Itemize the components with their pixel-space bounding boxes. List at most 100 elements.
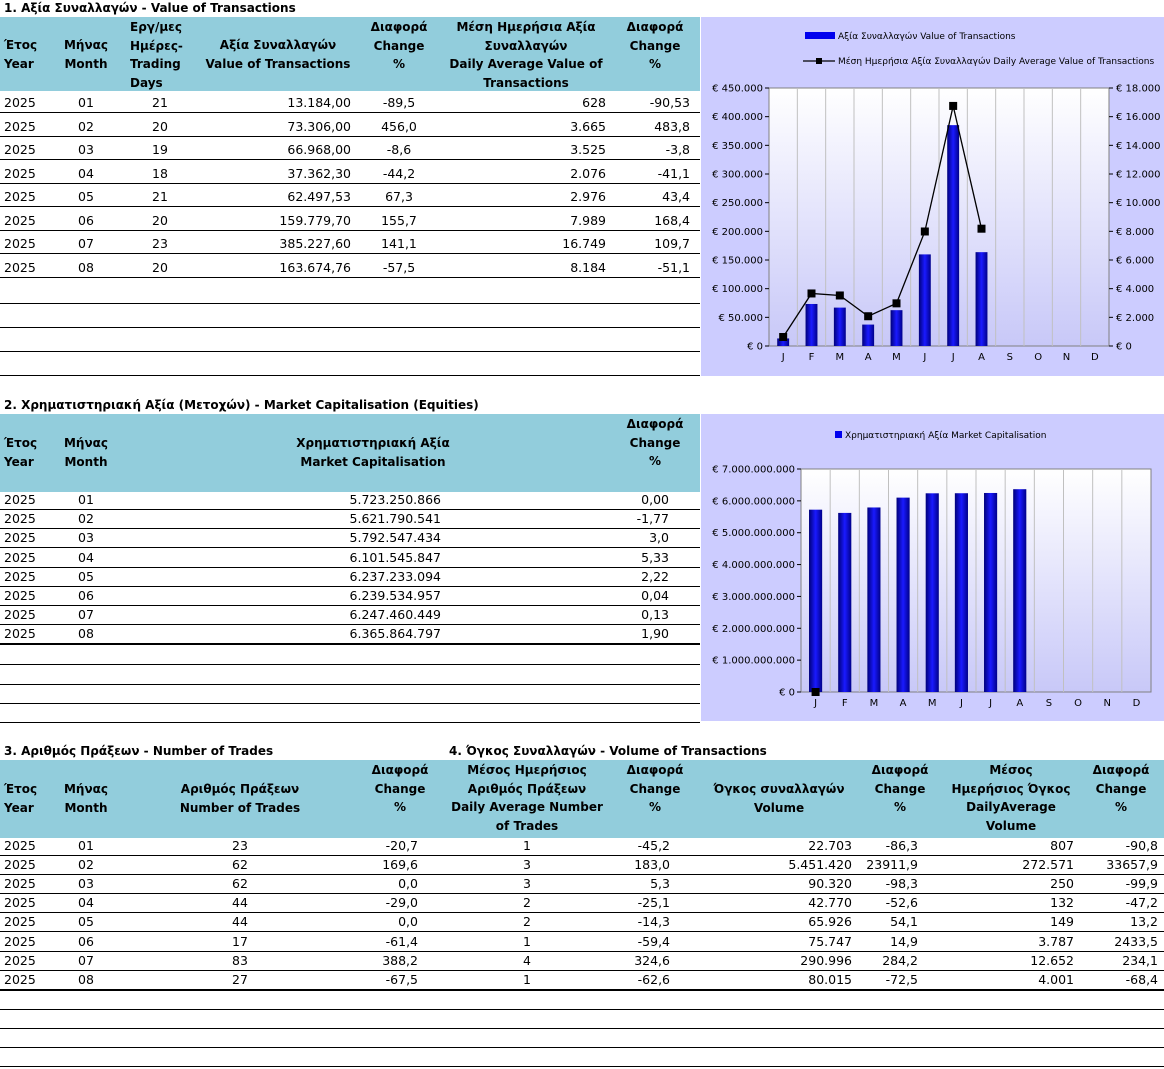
x-tick-label: N xyxy=(1104,698,1111,709)
header-number-of-trades: Αριθμός Πράξεων Number of Trades xyxy=(179,782,301,815)
section1-header: Έτος Year Μήνας Month Εργ/μες Ημέρες- Tr… xyxy=(0,17,700,91)
divider xyxy=(0,351,700,352)
cell-year: 2025 xyxy=(4,165,36,181)
x-tick-label: M xyxy=(870,698,879,709)
cell-daily-avg: 3.665 xyxy=(570,118,606,134)
cell-change: 5,3 xyxy=(650,876,670,892)
cell-month: 08 xyxy=(78,259,94,275)
cell-daily-avg-trades: 1 xyxy=(523,838,531,853)
cell-daily-avg-volume: 3.787 xyxy=(1038,933,1074,949)
cell-trades: 17 xyxy=(232,933,248,949)
x-tick-label: M xyxy=(836,352,845,363)
x-tick-label: N xyxy=(1063,352,1070,363)
x-tick-label: D xyxy=(1133,698,1141,709)
cell-change: -44,2 xyxy=(382,165,416,181)
bar xyxy=(890,310,903,346)
cell-daily-avg-trades: 1 xyxy=(523,971,531,987)
cell-change: -90,8 xyxy=(1125,838,1158,853)
y2-tick-label: € 18.000 xyxy=(1116,84,1161,95)
cell-volume: 80.015 xyxy=(808,971,852,987)
divider xyxy=(0,1028,1164,1029)
cell-year: 2025 xyxy=(4,530,36,546)
x-tick-label: A xyxy=(900,698,907,709)
header-year: Έτος Year xyxy=(4,436,38,469)
cell-change: -47,2 xyxy=(1125,895,1158,911)
cell-change: -99,9 xyxy=(1125,876,1158,892)
cell-year: 2025 xyxy=(4,588,36,603)
header-trading-days: Εργ/μες Ημέρες- Trading Days xyxy=(130,20,183,90)
cell-change: 54,1 xyxy=(890,914,918,930)
cell-change: -57,5 xyxy=(382,259,416,275)
x-tick-label: O xyxy=(1034,352,1042,363)
cell-change: 183,0 xyxy=(634,857,670,873)
cell-change: -1,77 xyxy=(636,511,669,527)
table-row: 2025 06 17 -61,4 1 -59,4 75.747 14,9 3.787 2433,5 xyxy=(0,933,1164,952)
cell-year: 2025 xyxy=(4,549,36,565)
cell-market-cap: 6.101.545.847 xyxy=(349,549,441,565)
cell-month: 03 xyxy=(78,142,94,157)
cell-change: -51,1 xyxy=(657,259,690,275)
cell-month: 05 xyxy=(78,568,94,584)
cell-month: 04 xyxy=(78,895,94,911)
cell-month: 01 xyxy=(78,492,94,507)
cell-month: 04 xyxy=(78,165,94,181)
cell-change: 13,2 xyxy=(1130,914,1158,930)
y2-tick-label: € 12.000 xyxy=(1116,170,1161,181)
x-tick-label: A xyxy=(1016,698,1023,709)
section2-header: Έτος Year Μήνας Month Χρηματιστηριακή Αξ… xyxy=(0,414,700,492)
cell-month: 07 xyxy=(78,236,94,251)
cell-daily-avg-volume: 272.571 xyxy=(1022,857,1074,873)
line-marker xyxy=(892,299,901,308)
table-row: 2025 07 6.247.460.449 0,13 xyxy=(0,606,700,626)
divider xyxy=(0,684,700,685)
cell-change: 0,13 xyxy=(641,607,669,623)
cell-value: 385.227,60 xyxy=(279,236,351,251)
cell-year: 2025 xyxy=(4,838,36,853)
bar xyxy=(1013,489,1027,692)
cell-year: 2025 xyxy=(4,142,36,157)
cell-market-cap: 6.247.460.449 xyxy=(349,607,441,623)
cell-daily-avg-volume: 132 xyxy=(1050,895,1074,911)
line-marker xyxy=(807,289,816,298)
cell-market-cap: 6.365.864.797 xyxy=(349,626,441,642)
legend-marker xyxy=(816,58,822,64)
header-daily-avg-trades: Μέσος Ημερήσιος Αριθμός Πράξεων Daily Av… xyxy=(451,763,603,833)
line-marker xyxy=(835,291,844,300)
cell-change: 234,1 xyxy=(1122,952,1158,968)
cell-trades: 23 xyxy=(232,838,248,853)
section34-header: Έτος Year Μήνας Month Αριθμός Πράξεων Nu… xyxy=(0,760,1164,838)
x-tick-label: F xyxy=(809,352,815,363)
y-tick-label: € 5.000.000.000 xyxy=(712,528,795,539)
cell-change: -90,53 xyxy=(649,95,690,110)
cell-market-cap: 5.792.547.434 xyxy=(349,530,441,546)
y-tick-label: € 50.000 xyxy=(718,313,763,324)
cell-daily-avg: 3.525 xyxy=(570,142,606,157)
header-change1: Διαφορά Change % xyxy=(370,20,428,71)
x-tick-label: J xyxy=(988,698,992,709)
cell-trading-days: 18 xyxy=(152,165,168,181)
bar xyxy=(833,307,846,346)
cell-change: 2,22 xyxy=(641,568,669,584)
table-row: 2025 05 6.237.233.094 2,22 xyxy=(0,568,700,587)
table-row: 2025 05 44 0,0 2 -14,3 65.926 54,1 149 13,2 xyxy=(0,913,1164,933)
cell-change: 33657,9 xyxy=(1106,857,1158,873)
cell-change: -98,3 xyxy=(885,876,918,892)
y-tick-label: € 250.000 xyxy=(712,198,763,209)
cell-volume: 22.703 xyxy=(808,838,852,853)
cell-year: 2025 xyxy=(4,492,36,507)
cell-year: 2025 xyxy=(4,933,36,949)
cell-trading-days: 19 xyxy=(152,142,168,157)
line-marker xyxy=(864,312,873,321)
cell-daily-avg-trades: 4 xyxy=(523,952,531,968)
table-row: 2025 06 6.239.534.957 0,04 xyxy=(0,587,700,606)
cell-month: 05 xyxy=(78,189,94,204)
bar xyxy=(954,493,968,692)
bar xyxy=(809,509,823,692)
cell-year: 2025 xyxy=(4,189,36,204)
cell-daily-avg-trades: 2 xyxy=(523,895,531,911)
divider xyxy=(0,644,700,645)
cell-month: 03 xyxy=(78,530,94,546)
y-tick-label: € 3.000.000.000 xyxy=(712,592,795,603)
chart-value-of-transactions: € 0 € 50.000 € 100.000 € 150.000 € 200.000 € … xyxy=(701,17,1164,376)
cell-year: 2025 xyxy=(4,236,36,251)
